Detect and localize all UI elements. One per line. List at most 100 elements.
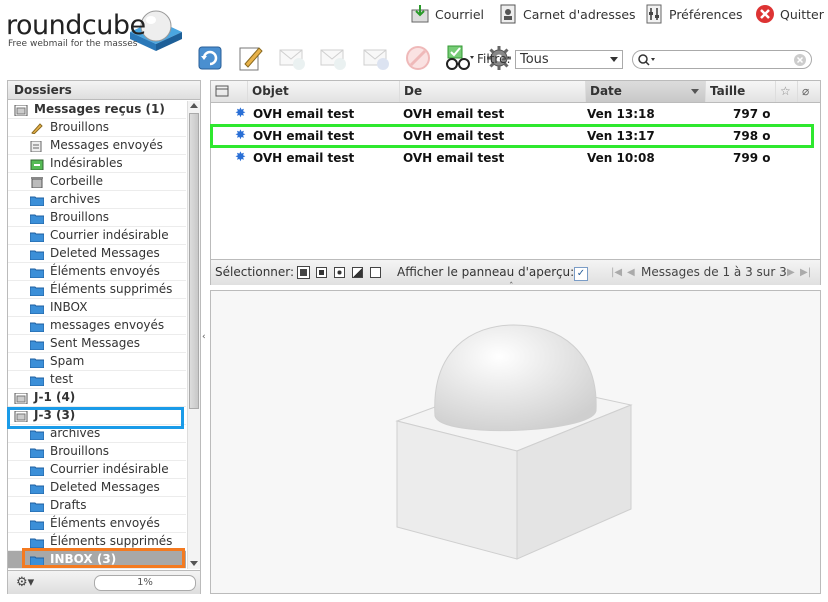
nav-preferences[interactable]: Préférences [644,4,743,24]
list-options-icon[interactable] [211,81,247,102]
junk-icon [30,158,44,171]
new-message-icon: ✸ [235,150,246,165]
reply-button[interactable] [277,43,307,73]
nav-logout[interactable]: Quitter [755,4,824,24]
next-page-icon[interactable]: ▶ [787,260,795,285]
folder-item[interactable]: Corbeille [8,173,186,191]
folder-scrollbar[interactable] [187,101,200,569]
last-page-icon[interactable]: ▶| [800,260,811,285]
folder-icon [29,464,45,477]
select-label: Sélectionner: [215,265,295,279]
sent-icon [30,140,44,153]
folder-item[interactable]: Brouillons [8,119,186,137]
message-subject: OVH email test [253,107,355,121]
message-list-footer: Sélectionner: Afficher le panneau d'aper… [211,259,820,285]
folder-item[interactable]: Deleted Messages [8,479,186,497]
folder-item[interactable]: Sent Messages [8,335,186,353]
message-row[interactable]: ✸ OVH email test OVH email test Ven 13:18 79… [211,103,820,125]
scroll-down-icon[interactable] [190,561,198,566]
refresh-icon [198,46,222,70]
prev-page-icon[interactable]: ◀ [627,260,635,285]
folder-item[interactable]: Spam [8,353,186,371]
folder-item[interactable]: Courrier indésirable [8,461,186,479]
folder-list: Messages reçus (1) Brouillons Messages env… [8,101,186,569]
folder-icon [29,446,45,459]
reply-all-button[interactable] [318,43,348,73]
compose-button[interactable] [236,43,266,73]
folder-item[interactable]: archives [8,191,186,209]
forward-button[interactable] [361,43,391,73]
mark-button[interactable] [444,43,474,73]
folder-label: Courrier indésirable [50,462,169,476]
message-date: Ven 10:08 [587,151,655,165]
folder-item[interactable]: Messages reçus (1) [8,101,186,119]
folder-label: archives [50,192,101,206]
folder-item[interactable]: Éléments envoyés [8,515,186,533]
select-current-page-icon[interactable] [316,267,327,278]
message-row[interactable]: ✸ OVH email test OVH email test Ven 10:08 79… [211,147,820,169]
folder-icon [29,482,45,495]
collapse-folders-handle[interactable]: ‹ [202,332,206,342]
reply-all-icon [320,49,346,70]
folder-item[interactable]: Courrier indésirable [8,227,186,245]
folder-label: messages envoyés [50,318,165,332]
logo-text: roundcube [6,10,146,41]
folder-icon [29,428,45,441]
nav-logout-label: Quitter [780,6,824,22]
first-page-icon[interactable]: |◀ [611,260,622,285]
folder-item[interactable]: Messages envoyés [8,137,186,155]
new-message-icon: ✸ [235,106,246,121]
quota-indicator: 1% [94,575,196,591]
column-date[interactable]: Date [585,81,705,102]
scroll-up-icon[interactable] [190,103,198,108]
highlight-account-j3 [7,407,184,429]
search-input[interactable] [632,50,812,69]
folder-item[interactable]: Brouillons [8,209,186,227]
select-none-icon[interactable] [370,267,381,278]
folder-item[interactable]: Brouillons [8,443,186,461]
folder-item[interactable]: Deleted Messages [8,245,186,263]
delete-button[interactable] [403,43,433,73]
folder-icon [29,230,45,243]
trash-icon [30,176,44,189]
preview-pane-checkbox[interactable]: ✓ [574,267,588,281]
filter-select[interactable]: Tous [515,50,623,69]
column-date-label: Date [590,84,622,98]
folder-item[interactable]: Éléments supprimés [8,281,186,299]
folder-item[interactable]: Éléments envoyés [8,263,186,281]
folder-item[interactable]: messages envoyés [8,317,186,335]
folder-icon [29,266,45,279]
folder-item[interactable]: Indésirables [8,155,186,173]
folder-item[interactable]: INBOX [8,299,186,317]
scrollbar-thumb[interactable] [189,113,199,409]
folder-label: Éléments envoyés [50,516,160,530]
column-from[interactable]: De [399,81,585,102]
folder-item[interactable]: J-1 (4) [8,389,186,407]
nav-mail[interactable]: Courriel [410,4,484,24]
folder-actions-gear-icon[interactable]: ⚙▾ [16,575,34,590]
flag-column-icon[interactable]: ☆ [775,81,797,102]
folder-label: Corbeille [50,174,104,188]
folders-footer: ⚙▾ 1% [8,570,200,594]
message-size: 797 o [733,107,771,121]
column-subject[interactable]: Objet [247,81,399,102]
message-list-header: Objet De Date Taille ☆ ⌀ [211,81,820,103]
folder-label: Indésirables [50,156,123,170]
sort-desc-icon [691,89,699,94]
folder-icon [29,374,45,387]
check-mail-button[interactable] [195,43,225,73]
folders-panel: Dossiers Messages reçus (1) Brouillons Mes… [7,80,201,594]
attachment-column-icon[interactable]: ⌀ [797,81,820,102]
select-all-icon[interactable] [297,266,310,279]
column-size[interactable]: Taille [705,81,775,102]
folder-label: Messages envoyés [50,138,163,152]
folder-item[interactable]: Drafts [8,497,186,515]
folder-icon [29,518,45,531]
select-unread-icon[interactable] [334,267,345,278]
message-list: Objet De Date Taille ☆ ⌀ ✸ OVH email test… [210,80,821,285]
folder-item[interactable]: test [8,371,186,389]
nav-addressbook[interactable]: Carnet d'adresses [498,4,636,24]
clear-search-icon[interactable] [793,53,807,67]
mark-glasses-icon [446,45,474,70]
select-invert-icon[interactable] [352,267,363,278]
